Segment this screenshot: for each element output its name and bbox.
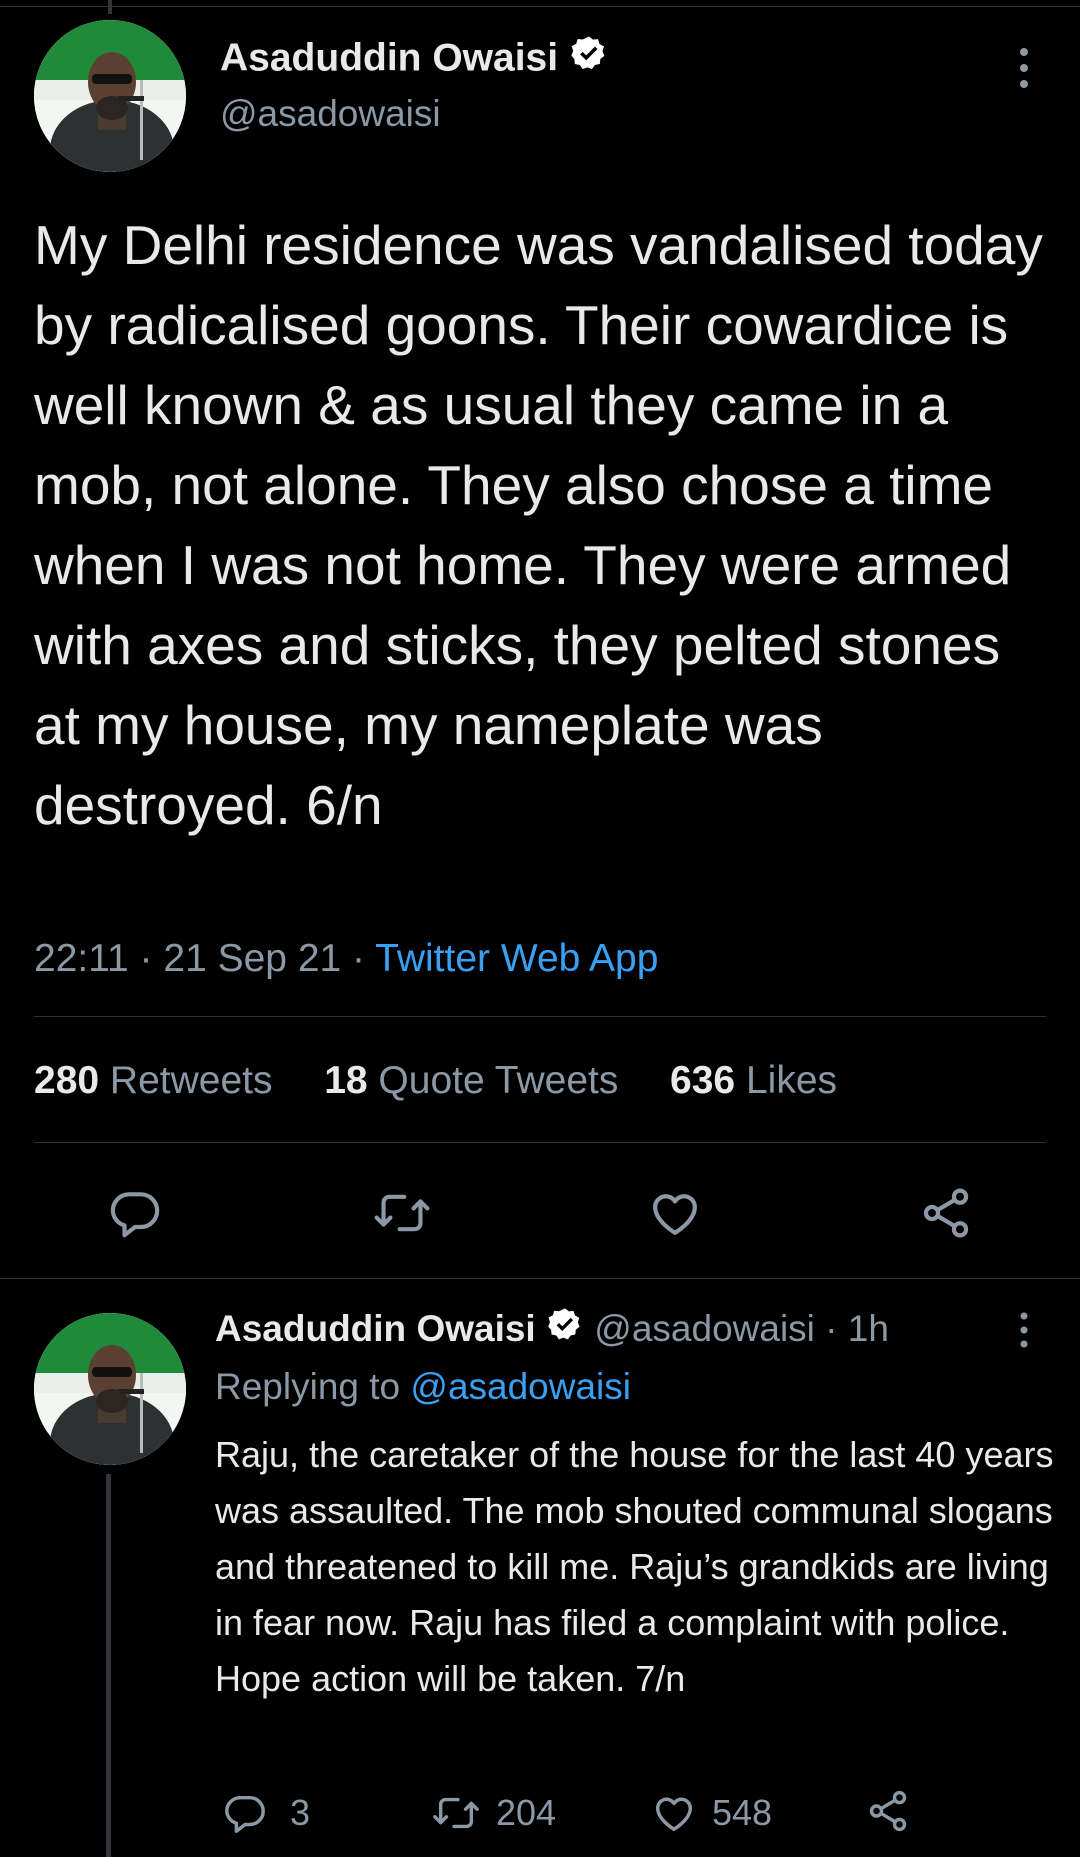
quotes-stat[interactable]: 18 Quote Tweets — [324, 1059, 618, 1102]
retweets-label: Retweets — [109, 1059, 273, 1102]
likes-stat[interactable]: 636 Likes — [670, 1059, 837, 1102]
likes-count: 636 — [670, 1059, 736, 1102]
avatar-photo — [34, 1313, 186, 1465]
meta-separator: · — [825, 1308, 848, 1349]
tweet-text: My Delhi residence was vandalised today … — [34, 214, 1043, 836]
reply-header: Asaduddin Owaisi @asadowaisi · 1h — [215, 1305, 889, 1356]
avatar[interactable] — [34, 1313, 186, 1465]
divider — [34, 1142, 1046, 1143]
quotes-label: Quote Tweets — [378, 1059, 619, 1102]
divider — [34, 1016, 1046, 1017]
tweet-time[interactable]: 22:11 — [34, 937, 129, 980]
retweets-count: 280 — [34, 1059, 100, 1102]
reply-author-name[interactable]: Asaduddin Owaisi — [215, 1308, 536, 1349]
replying-label: Replying to — [215, 1366, 401, 1407]
tweet-stats: 280 Retweets 18 Quote Tweets 636 Likes — [34, 1057, 837, 1105]
meta-separator: · — [352, 937, 376, 980]
share-icon[interactable] — [865, 1788, 911, 1834]
retweet-count: 204 — [496, 1792, 557, 1833]
reply-count: 3 — [290, 1792, 311, 1833]
top-divider — [0, 6, 1080, 7]
tweet-date[interactable]: 21 Sep 21 — [163, 937, 341, 980]
like-icon[interactable] — [646, 1185, 704, 1241]
reply-text: Raju, the caretaker of the house for the… — [215, 1434, 1054, 1699]
share-icon[interactable] — [918, 1185, 974, 1241]
replying-to-handle[interactable]: @asadowaisi — [410, 1366, 631, 1407]
reply-action[interactable]: 3 — [222, 1788, 310, 1838]
reply-age[interactable]: 1h — [848, 1308, 889, 1349]
like-count: 548 — [712, 1792, 773, 1833]
author-name[interactable]: Asaduddin Owaisi — [220, 36, 558, 79]
tweet-source[interactable]: Twitter Web App — [375, 937, 658, 980]
replying-to: Replying to @asadowaisi — [215, 1363, 631, 1411]
like-action[interactable]: 548 — [650, 1788, 772, 1838]
retweets-stat[interactable]: 280 Retweets — [34, 1059, 273, 1102]
more-options-icon[interactable] — [1012, 44, 1036, 97]
thread-connector-top — [108, 0, 112, 14]
retweet-icon[interactable] — [430, 1790, 482, 1836]
author-handle[interactable]: @asadowaisi — [220, 92, 441, 136]
like-icon[interactable] — [650, 1790, 698, 1836]
quotes-count: 18 — [324, 1059, 368, 1102]
divider — [0, 1278, 1080, 1279]
tweet-meta: 22:11 · 21 Sep 21 · Twitter Web App — [34, 934, 658, 984]
more-options-icon[interactable] — [1012, 1310, 1036, 1355]
author-name-row[interactable]: Asaduddin Owaisi — [220, 34, 609, 86]
verified-badge-icon — [546, 1306, 584, 1356]
verified-badge-icon — [569, 34, 609, 86]
thread-connector-line — [106, 1474, 111, 1857]
reply-author-handle[interactable]: @asadowaisi — [594, 1308, 815, 1349]
meta-separator: · — [139, 937, 164, 980]
retweet-icon[interactable] — [372, 1185, 432, 1241]
reply-icon[interactable] — [222, 1790, 268, 1836]
retweet-action[interactable]: 204 — [430, 1788, 556, 1838]
avatar-photo — [34, 20, 186, 172]
reply-icon[interactable] — [107, 1185, 163, 1241]
likes-label: Likes — [745, 1059, 838, 1102]
avatar[interactable] — [34, 20, 186, 172]
